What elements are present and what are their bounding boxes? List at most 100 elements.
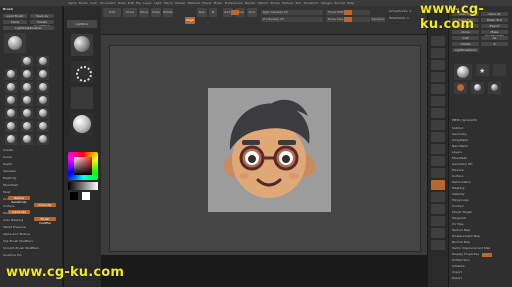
brush-thumbnail[interactable]	[37, 69, 49, 80]
lightbox-brushes-button[interactable]: Lightbox▸Brushes	[3, 26, 54, 30]
current-tool-thumbnail[interactable]	[454, 64, 472, 80]
scale-button[interactable]: Scale	[151, 8, 161, 17]
edit-button[interactable]: Edit	[103, 8, 121, 17]
tool-section-item[interactable]: Normal Map	[452, 240, 470, 244]
brush-modifier-slider[interactable]: Alpha tile	[8, 210, 30, 214]
tool-section-item[interactable]: Polypaint	[452, 216, 466, 220]
m-button[interactable]: M	[209, 8, 217, 17]
tool-section-item[interactable]: Layers	[452, 150, 462, 154]
alpha-slot[interactable]	[71, 87, 93, 109]
tool-button[interactable]: R	[481, 42, 508, 46]
brush-thumbnail[interactable]	[5, 82, 17, 93]
tool-section-item[interactable]: Initialize	[452, 264, 465, 268]
rotate-button[interactable]: Rotate	[163, 8, 173, 17]
brush-thumbnail[interactable]	[5, 95, 17, 106]
brush-thumbnail[interactable]	[37, 95, 49, 106]
tool-button[interactable]: Lightbox▸Tools	[452, 48, 479, 52]
secondary-color-swatch[interactable]	[70, 192, 78, 200]
zcut-button[interactable]: Zcut	[247, 8, 257, 17]
dynamic-button[interactable]: Dynamic	[371, 17, 385, 22]
view-control-button[interactable]	[431, 240, 445, 250]
polymesh-tool-thumbnail[interactable]	[454, 82, 467, 94]
view-control-button[interactable]	[431, 132, 445, 142]
tool-section-item[interactable]: Vector Displacement Map	[452, 246, 490, 250]
brush-section-item[interactable]: Clip Brush Modifiers	[3, 239, 33, 243]
tool-button[interactable]: Visible	[452, 42, 479, 46]
gradient-swatch[interactable]	[68, 182, 98, 190]
brush-thumbnail[interactable]	[5, 69, 17, 80]
save-as-button[interactable]: Save As	[30, 14, 54, 18]
brush-thumbnail[interactable]	[21, 82, 33, 93]
brush-section-item[interactable]: Create	[3, 148, 13, 152]
tool-section-item[interactable]: Display Properties	[452, 252, 479, 256]
tool-section-item[interactable]: Morph Target	[452, 210, 472, 214]
brush-modifier-slider[interactable]: Radius Sensitivity	[8, 196, 30, 204]
texture-slot[interactable]	[71, 113, 93, 135]
tool-section-item[interactable]: Polygroups	[452, 198, 468, 202]
tool-section-item[interactable]: UV Map	[452, 222, 464, 226]
view-control-button[interactable]	[431, 120, 445, 130]
tool-section-item[interactable]: Import	[452, 270, 462, 274]
color-picker-square[interactable]	[74, 157, 92, 175]
view-control-button[interactable]	[431, 168, 445, 178]
current-brush-thumbnail[interactable]	[4, 33, 26, 53]
tool-section-item[interactable]: Geometry HD	[452, 162, 472, 166]
view-control-button[interactable]	[431, 60, 445, 70]
tool-section-item[interactable]: Preview	[452, 168, 464, 172]
view-control-button[interactable]	[431, 48, 445, 58]
tool-section-item[interactable]: Deformation	[452, 180, 471, 184]
view-control-button[interactable]	[431, 216, 445, 226]
tool-section-item[interactable]: Masking	[452, 186, 464, 190]
brush-thumbnail[interactable]	[5, 108, 17, 119]
load-brush-button[interactable]: Load Brush	[3, 14, 27, 18]
tool-section-item[interactable]: Unified Skin	[452, 258, 470, 262]
z-intensity-slider[interactable]: Z Intensity 25	[261, 17, 323, 22]
stroke-slot[interactable]	[71, 61, 93, 83]
simple-brush-thumbnail[interactable]: ★	[476, 64, 489, 76]
main-color-swatch[interactable]	[82, 192, 90, 200]
brush-section-item[interactable]: Samples	[3, 169, 16, 173]
brush-section-item[interactable]: Smooth Brush Modifiers	[3, 246, 39, 250]
brush-section-item[interactable]: Alpha and Texture	[3, 232, 30, 236]
lightbox-button[interactable]: Lightbox	[67, 20, 97, 28]
tool-section-item[interactable]: Surface	[452, 174, 463, 178]
brush-section-item[interactable]: Twist	[3, 190, 10, 194]
polymesh3d-thumbnail[interactable]	[488, 82, 501, 94]
brush-thumbnail[interactable]	[37, 56, 49, 67]
brush-modifier-slider[interactable]: Brush modifier	[34, 217, 56, 225]
brush-thumbnail[interactable]	[37, 82, 49, 93]
brush-thumbnail[interactable]	[37, 121, 49, 132]
view-control-button[interactable]	[431, 96, 445, 106]
cylinder-tool-thumbnail[interactable]	[493, 64, 506, 76]
brush-section-item[interactable]: Curve	[3, 155, 12, 159]
tool-button[interactable]: GoZ	[452, 36, 479, 40]
brush-thumbnail[interactable]	[21, 108, 33, 119]
brush-thumbnail[interactable]	[21, 56, 33, 67]
brush-section-item[interactable]: Surface	[3, 204, 14, 208]
view-control-button[interactable]	[431, 192, 445, 202]
orange-toggle[interactable]	[482, 253, 492, 257]
view-control-button[interactable]	[431, 144, 445, 154]
brush-section-item[interactable]: Auto Masking	[3, 218, 23, 222]
view-control-button[interactable]	[431, 72, 445, 82]
brush-thumbnail[interactable]	[37, 108, 49, 119]
view-control-button[interactable]	[431, 180, 445, 190]
tool-section-item[interactable]: Displacement Map	[452, 234, 480, 238]
tool-section-item[interactable]: FiberMesh	[452, 156, 467, 160]
tool-section-item[interactable]: NanoMesh	[452, 144, 468, 148]
tool-section-item[interactable]: Texture Map	[452, 228, 470, 232]
clone-button[interactable]: Clone	[3, 20, 27, 24]
mrgb-button[interactable]: Mrgb	[185, 17, 195, 24]
rgb-intensity-slider[interactable]: Rgb Intensity 25	[261, 10, 323, 15]
rgb-button[interactable]: Rgb	[197, 8, 207, 17]
brush-thumbnail[interactable]	[5, 134, 17, 145]
move-button[interactable]: Move	[139, 8, 149, 17]
tool-section-item[interactable]: Export	[452, 276, 462, 280]
brush-section-item[interactable]: FiberMesh	[3, 183, 18, 187]
tool-section-item[interactable]: ArrayMesh	[452, 138, 468, 142]
brush-thumbnail[interactable]	[21, 95, 33, 106]
view-control-button[interactable]	[431, 228, 445, 238]
brush-section-item[interactable]: Elasticity	[3, 176, 17, 180]
brush-thumbnail[interactable]	[37, 134, 49, 145]
tool-section-item[interactable]: Subtool	[452, 126, 463, 130]
